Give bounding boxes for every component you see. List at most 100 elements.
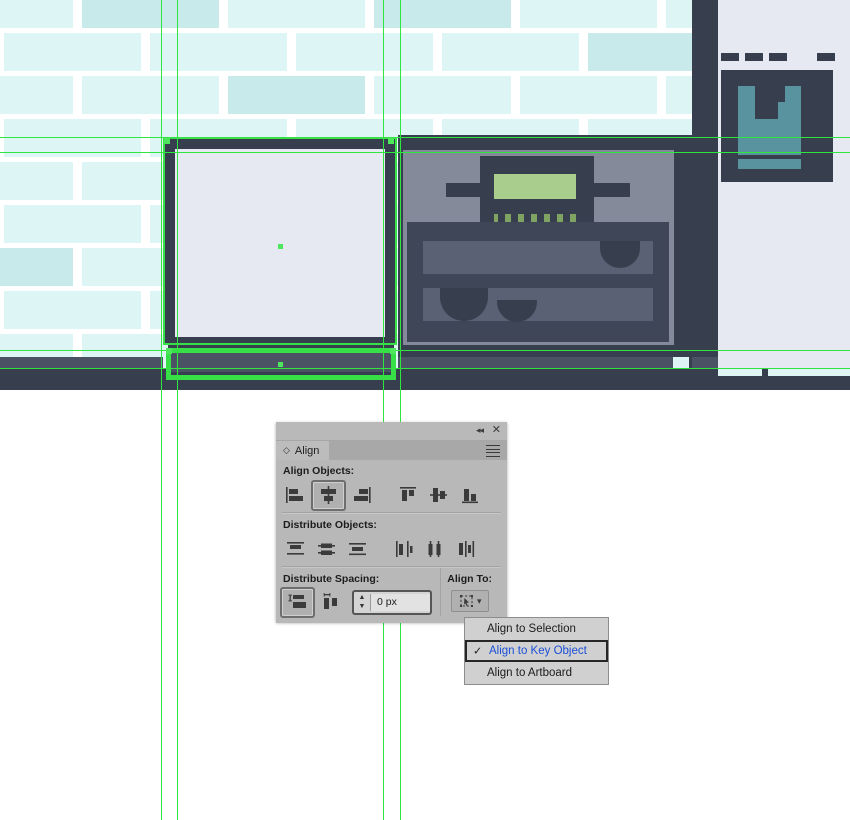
horizontal-align-right-button[interactable] xyxy=(346,482,377,509)
counter-chip xyxy=(673,357,689,368)
tab-grip-icon: ◇ xyxy=(283,445,290,455)
menu-item-align-to-key-object[interactable]: ✓ Align to Key Object xyxy=(465,640,608,662)
distribute-spacing-label: Distribute Spacing: xyxy=(283,573,380,585)
guide-vertical-161 xyxy=(161,0,162,820)
horizontal-distribute-space-button[interactable] xyxy=(315,589,346,616)
guide-horizontal-368 xyxy=(0,368,850,369)
guide-vertical-400 xyxy=(400,0,401,820)
brick xyxy=(374,0,511,28)
brick xyxy=(666,76,692,114)
distribute-spacing-group: Distribute Spacing: ▲ ▼ 0 px xyxy=(276,568,440,618)
appliance-base-strip xyxy=(398,345,692,357)
align-to-dropdown-button[interactable]: ▾ xyxy=(451,590,490,612)
checkmark-icon: ✓ xyxy=(473,645,483,658)
horizontal-align-center-button[interactable] xyxy=(311,479,346,511)
horizontal-distribute-right-button[interactable] xyxy=(450,536,481,563)
picture-underline-2 xyxy=(738,159,762,165)
brick xyxy=(588,33,692,71)
brick xyxy=(228,0,365,28)
brick xyxy=(0,76,73,114)
menu-item-align-to-selection[interactable]: Align to Selection xyxy=(465,618,608,640)
align-objects-row[interactable] xyxy=(276,479,507,511)
appliance-screen xyxy=(494,174,576,199)
vertical-distribute-center-button[interactable] xyxy=(311,536,342,563)
selection-center-point-key xyxy=(278,362,283,367)
horizontal-align-left-button[interactable] xyxy=(280,482,311,509)
vertical-distribute-top-button[interactable] xyxy=(280,536,311,563)
floor-highlight-2 xyxy=(768,368,850,376)
align-panel[interactable]: ◂◂ ✕ ◇ Align Align Objects: Distribute O… xyxy=(276,422,507,623)
selection-handle-tl[interactable] xyxy=(164,138,170,144)
brick xyxy=(666,0,692,28)
vertical-align-bottom-button[interactable] xyxy=(454,482,485,509)
brick xyxy=(296,33,433,71)
vertical-align-center-button[interactable] xyxy=(423,482,454,509)
chevron-down-icon[interactable]: ▾ xyxy=(477,596,482,607)
brick xyxy=(0,162,73,200)
brick xyxy=(228,76,365,114)
brick xyxy=(82,0,219,28)
picture-underline-3 xyxy=(777,159,801,165)
picture-top-tick-4 xyxy=(817,53,835,61)
spacing-input[interactable]: ▲ ▼ 0 px xyxy=(352,589,432,615)
vertical-distribute-space-button[interactable] xyxy=(280,586,315,618)
guide-vertical-177 xyxy=(177,0,178,820)
panel-title: Align xyxy=(294,444,320,457)
floor-left-strip xyxy=(0,357,163,368)
selection-bbox-board[interactable] xyxy=(163,137,397,345)
brick xyxy=(4,33,141,71)
spacing-value[interactable]: 0 px xyxy=(370,593,430,611)
panel-tab-row[interactable]: ◇ Align xyxy=(276,441,507,460)
align-to-group: Align To: ▾ xyxy=(440,568,507,616)
guide-horizontal-350 xyxy=(0,350,850,351)
align-objects-label: Align Objects: xyxy=(283,465,355,477)
panel-menu-icon[interactable] xyxy=(486,445,500,459)
floor-right-strip xyxy=(692,357,718,368)
artboard-canvas[interactable] xyxy=(0,0,850,390)
distribute-objects-label: Distribute Objects: xyxy=(283,519,377,531)
vertical-distribute-bottom-button[interactable] xyxy=(342,536,373,563)
align-to-label: Align To: xyxy=(447,573,492,585)
counter-strip-2 xyxy=(620,357,670,368)
key-object-handle-tr[interactable] xyxy=(390,348,396,354)
selection-handle-tr[interactable] xyxy=(388,138,394,144)
right-panel-base xyxy=(718,345,850,357)
brick xyxy=(520,0,657,28)
key-object-handle-tl[interactable] xyxy=(166,348,172,354)
appliance-arm-right xyxy=(588,183,630,197)
distribute-spacing-row[interactable]: ▲ ▼ 0 px xyxy=(276,586,440,618)
bottom-section: Distribute Spacing: ▲ ▼ 0 px Align To: ▾ xyxy=(276,568,507,618)
brick xyxy=(4,205,141,243)
brick xyxy=(520,76,657,114)
appliance-lower-box xyxy=(407,222,669,342)
align-to-key-object-icon xyxy=(460,594,474,607)
floor-highlight-1 xyxy=(718,368,762,376)
appliance-right-edge xyxy=(674,150,686,345)
brick xyxy=(150,33,287,71)
menu-item-align-to-artboard[interactable]: Align to Artboard xyxy=(465,662,608,684)
menu-item-label: Align to Artboard xyxy=(487,667,573,679)
horizontal-distribute-left-button[interactable] xyxy=(388,536,419,563)
menu-item-label: Align to Selection xyxy=(487,623,576,635)
horizontal-distribute-center-button[interactable] xyxy=(419,536,450,563)
picture-top-tick-3 xyxy=(769,53,787,61)
selection-center-point-board xyxy=(278,244,283,249)
close-icon[interactable]: ✕ xyxy=(492,423,501,437)
brick xyxy=(374,76,511,114)
tab-align[interactable]: ◇ Align xyxy=(276,441,330,460)
brick xyxy=(4,291,141,329)
brick xyxy=(82,76,219,114)
brick xyxy=(0,0,73,28)
brick xyxy=(442,33,579,71)
align-to-menu[interactable]: Align to Selection ✓ Align to Key Object… xyxy=(464,617,609,685)
picture-top-tick-2 xyxy=(745,53,763,61)
panel-titlebar[interactable]: ◂◂ ✕ xyxy=(276,422,507,441)
guide-horizontal-152 xyxy=(0,152,850,153)
guide-horizontal-137 xyxy=(0,137,850,138)
wall-divider-column xyxy=(692,0,718,390)
stepper-updown-icon[interactable]: ▲ ▼ xyxy=(354,594,370,610)
double-chevron-left-icon[interactable]: ◂◂ xyxy=(476,425,484,436)
menu-item-label: Align to Key Object xyxy=(489,645,587,657)
vertical-align-top-button[interactable] xyxy=(392,482,423,509)
distribute-objects-row[interactable] xyxy=(276,534,507,564)
